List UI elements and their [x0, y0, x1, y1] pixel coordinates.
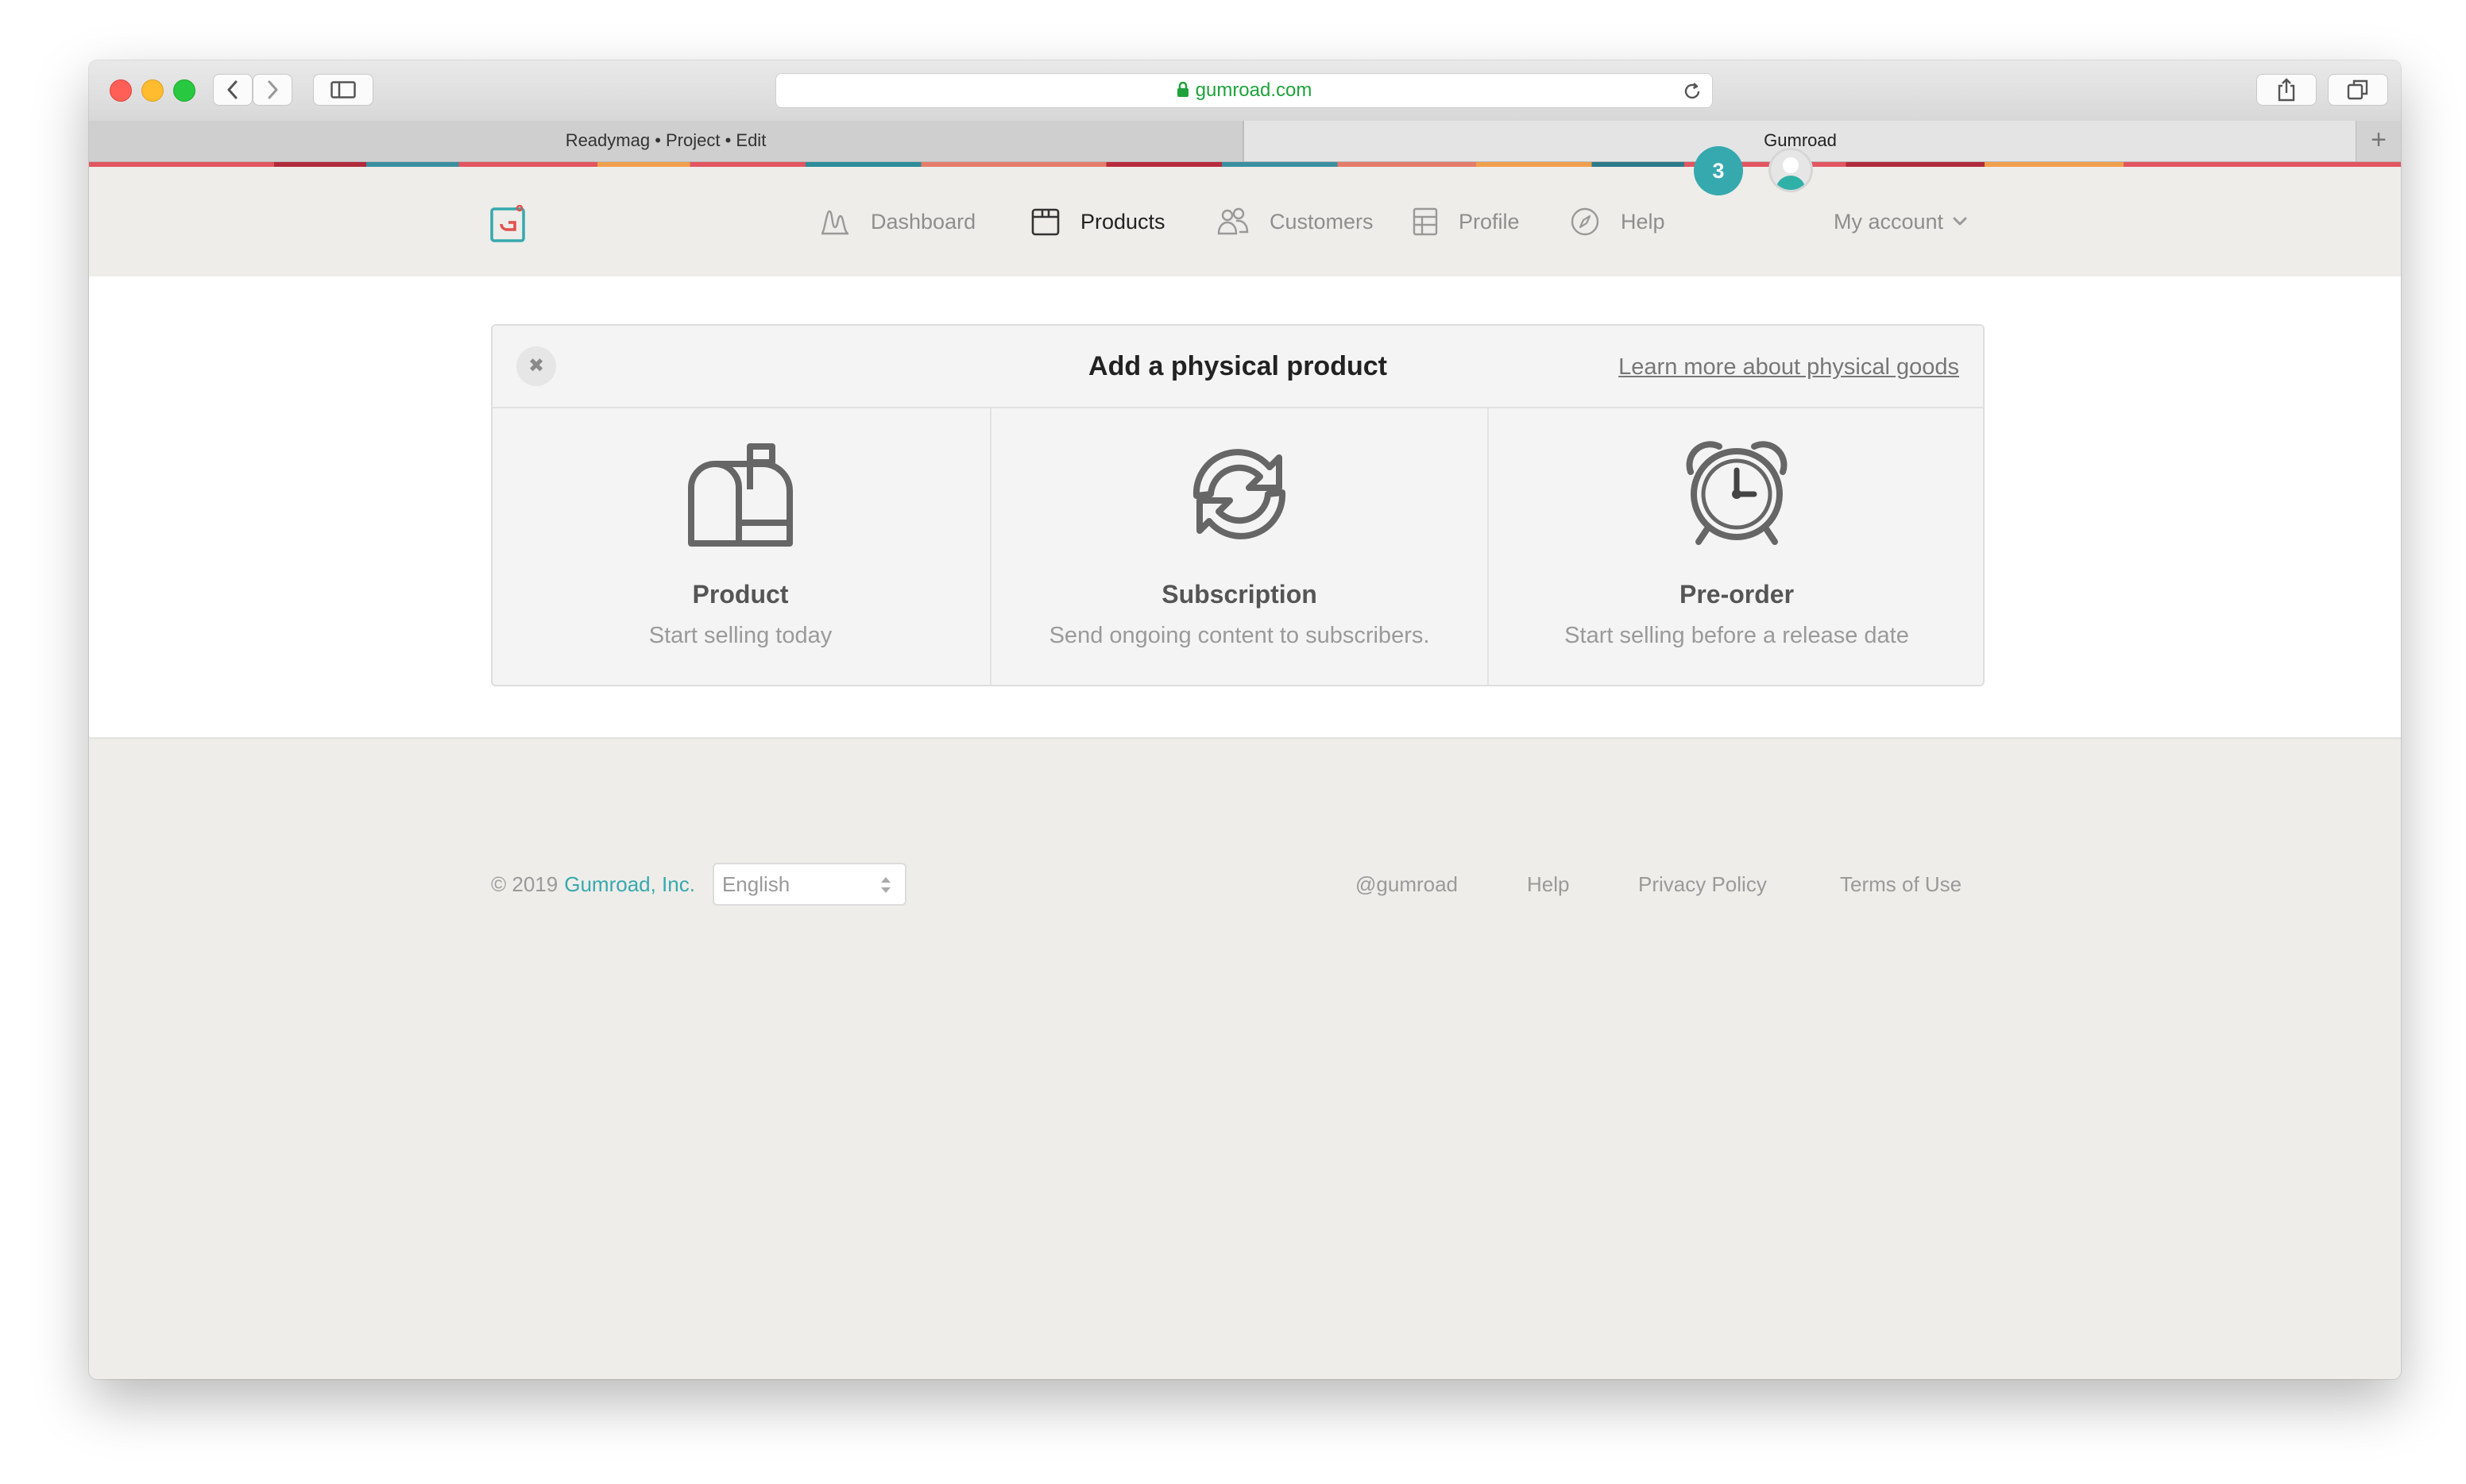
- tab-bar: Readymag • Project • Edit Gumroad +: [89, 121, 2401, 162]
- my-account-label: My account: [1834, 210, 1943, 234]
- back-button[interactable]: [213, 74, 253, 106]
- dashboard-icon: [820, 208, 850, 235]
- url-text: gumroad.com: [1196, 79, 1312, 101]
- option-product[interactable]: Product Start selling today: [493, 408, 988, 685]
- browser-window: gumroad.com Readymag • Project • Edit Gu…: [89, 60, 2401, 1379]
- option-preorder-title: Pre-order: [1489, 580, 1985, 609]
- footer-link-terms[interactable]: Terms of Use: [1840, 863, 1962, 906]
- footer-link-privacy[interactable]: Privacy Policy: [1638, 863, 1767, 906]
- forward-button[interactable]: [253, 74, 292, 106]
- mailbox-icon: [686, 440, 794, 548]
- sidebar-icon: [330, 81, 356, 99]
- footer-link-help[interactable]: Help: [1527, 863, 1569, 906]
- products-icon: [1031, 207, 1060, 236]
- footer-left: © 2019 Gumroad, Inc. English: [491, 863, 906, 906]
- option-preorder-subtitle: Start selling before a release date: [1489, 623, 1985, 649]
- panel-header: ✖ Add a physical product Learn more abou…: [493, 326, 1983, 408]
- option-subscription-subtitle: Send ongoing content to subscribers.: [991, 623, 1487, 649]
- chevron-left-icon: [226, 80, 239, 99]
- option-product-title: Product: [493, 580, 988, 609]
- language-value: English: [722, 872, 790, 896]
- nav-profile[interactable]: Profile: [1413, 167, 1520, 276]
- share-icon: [2277, 78, 2296, 102]
- my-account-menu[interactable]: My account: [1834, 167, 1967, 276]
- nav-customers-label: Customers: [1270, 210, 1374, 234]
- option-subscription-title: Subscription: [991, 580, 1487, 609]
- lock-icon: [1177, 82, 1189, 98]
- title-bar: gumroad.com: [89, 60, 2401, 122]
- company-link[interactable]: Gumroad, Inc.: [564, 872, 695, 897]
- nav-products-label: Products: [1080, 210, 1165, 234]
- language-select[interactable]: English: [713, 863, 906, 906]
- add-physical-product-panel: ✖ Add a physical product Learn more abou…: [491, 324, 1985, 686]
- share-button[interactable]: [2256, 74, 2317, 106]
- minimize-window-button[interactable]: [141, 79, 164, 102]
- gumroad-logo-icon[interactable]: [489, 205, 528, 243]
- tab-overview-button[interactable]: [2328, 74, 2388, 106]
- option-subscription[interactable]: Subscription Send ongoing content to sub…: [990, 408, 1487, 685]
- avatar[interactable]: [1768, 148, 1813, 192]
- nav-products[interactable]: Products: [1031, 167, 1165, 276]
- tab-readymag[interactable]: Readymag • Project • Edit: [89, 121, 1243, 161]
- tabs-icon: [2347, 79, 2369, 101]
- top-nav: Dashboard Products Customers Profile Hel…: [89, 167, 2401, 278]
- profile-icon: [1413, 207, 1438, 236]
- select-arrows-icon: [879, 874, 892, 896]
- learn-more-link[interactable]: Learn more about physical goods: [1618, 326, 1959, 408]
- alarm-clock-icon: [1683, 440, 1791, 548]
- option-preorder[interactable]: Pre-order Start selling before a release…: [1487, 408, 1985, 685]
- nav-customers[interactable]: Customers: [1217, 167, 1374, 276]
- address-bar[interactable]: gumroad.com: [775, 73, 1713, 108]
- nav-profile-label: Profile: [1459, 210, 1520, 234]
- refresh-icon: [1185, 440, 1293, 548]
- nav-help-label: Help: [1621, 210, 1665, 234]
- new-tab-button[interactable]: +: [2356, 121, 2401, 161]
- customers-icon: [1217, 207, 1249, 236]
- chevron-down-icon: [1953, 217, 1967, 226]
- main-content: ✖ Add a physical product Learn more abou…: [89, 276, 2401, 739]
- notification-badge[interactable]: 3: [1694, 146, 1743, 195]
- reload-icon[interactable]: [1682, 81, 1703, 102]
- nav-dashboard-label: Dashboard: [871, 210, 976, 234]
- nav-help[interactable]: Help: [1570, 167, 1665, 276]
- option-product-subtitle: Start selling today: [493, 623, 988, 649]
- sidebar-toggle-button[interactable]: [313, 74, 373, 106]
- chevron-right-icon: [266, 80, 279, 99]
- zoom-window-button[interactable]: [173, 79, 195, 102]
- copyright-text: © 2019: [491, 872, 558, 897]
- compass-icon: [1570, 207, 1600, 237]
- nav-dashboard[interactable]: Dashboard: [820, 167, 976, 276]
- close-window-button[interactable]: [110, 79, 132, 102]
- footer-link-gumroad[interactable]: @gumroad: [1355, 863, 1458, 906]
